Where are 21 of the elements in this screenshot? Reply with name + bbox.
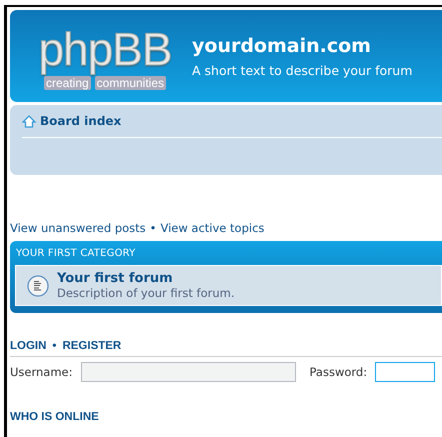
category-title: YOUR FIRST CATEGORY [15, 246, 136, 260]
separator-dot: • [52, 340, 56, 352]
section-heading: WHO IS ONLINE [10, 411, 99, 423]
site-title: yourdomain.com [192, 34, 372, 56]
logo-tagline: creating [44, 76, 91, 90]
login-heading-link[interactable]: REGISTER [62, 340, 122, 352]
board-index-link[interactable]: Board index [40, 114, 122, 128]
forum-description: Description of your first forum. [57, 286, 234, 300]
field-label: Password: [310, 365, 368, 379]
login-heading-link[interactable]: LOGIN [10, 340, 46, 352]
site-description: A short text to describe your forum [192, 62, 412, 78]
forum-title-link[interactable]: Your first forum [57, 271, 234, 286]
forum-icon [27, 274, 49, 296]
separator-dot: • [150, 221, 156, 235]
field-label: Username: [10, 365, 72, 379]
logo-tagline: communities [94, 76, 166, 90]
input-field[interactable] [375, 362, 436, 382]
quick-link[interactable]: View unanswered posts [10, 221, 146, 235]
input-field[interactable] [80, 362, 296, 382]
home-icon [22, 114, 36, 128]
quick-link[interactable]: View active topics [160, 221, 264, 235]
